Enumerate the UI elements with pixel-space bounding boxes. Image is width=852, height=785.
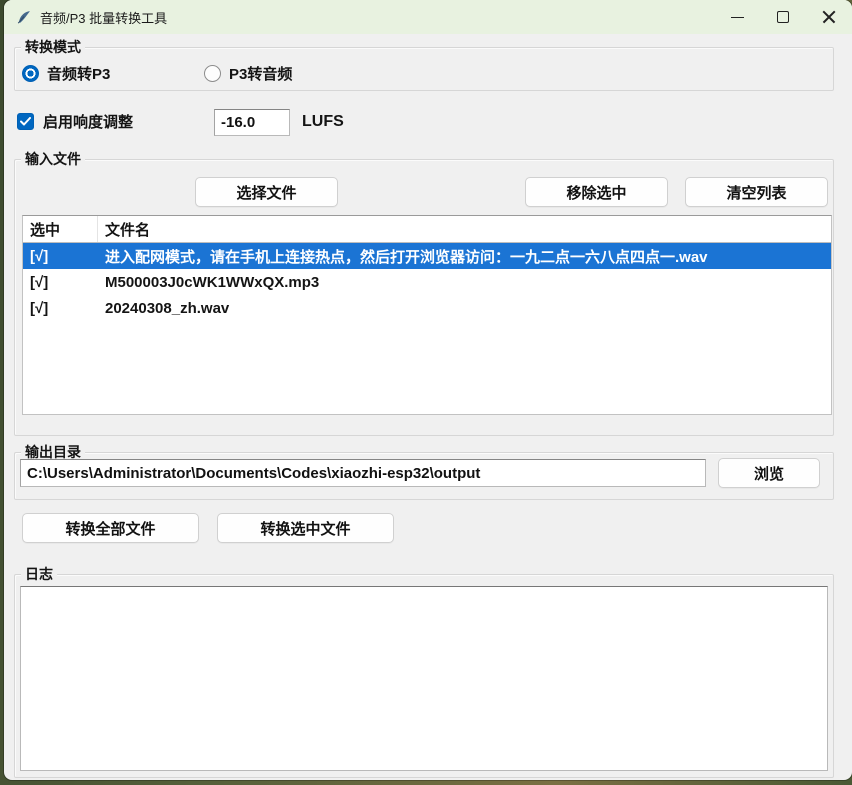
- radio-p3-to-audio[interactable]: P3转音频: [204, 63, 292, 84]
- minimize-button[interactable]: [714, 0, 760, 34]
- input-files-label: 输入文件: [21, 151, 85, 168]
- log-label: 日志: [21, 566, 57, 583]
- maximize-button[interactable]: [760, 0, 806, 34]
- header-filename[interactable]: 文件名: [98, 216, 831, 242]
- remove-selected-button[interactable]: 移除选中: [525, 177, 668, 207]
- table-header-row: 选中 文件名: [23, 216, 831, 243]
- maximize-icon: [777, 11, 789, 23]
- mode-group: 转换模式: [14, 47, 834, 91]
- python-feather-icon: [16, 9, 32, 25]
- select-files-button[interactable]: 选择文件: [195, 177, 338, 207]
- lufs-input[interactable]: [214, 109, 290, 136]
- mode-group-label: 转换模式: [21, 39, 85, 56]
- close-button[interactable]: [806, 0, 852, 34]
- minimize-icon: [731, 17, 744, 18]
- radio-audio-to-p3[interactable]: 音频转P3: [22, 63, 110, 84]
- file-list-table: 选中 文件名 [√] 进入配网模式，请在手机上连接热点，然后打开浏览器访问：一九…: [22, 215, 832, 415]
- radio-selected-icon: [22, 65, 39, 82]
- convert-all-button[interactable]: 转换全部文件: [22, 513, 199, 543]
- app-window: 音频/P3 批量转换工具 转换模式 音频转P3 P3转音频 启用响度调整 LUF…: [4, 0, 852, 780]
- table-row[interactable]: [√] 进入配网模式，请在手机上连接热点，然后打开浏览器访问：一九二点一六八点四…: [23, 243, 831, 269]
- table-row[interactable]: [√] 20240308_zh.wav: [23, 295, 831, 321]
- checkbox-checked-icon: [17, 113, 34, 130]
- header-checked[interactable]: 选中: [23, 216, 98, 242]
- table-row[interactable]: [√] M500003J0cWK1WWxQX.mp3: [23, 269, 831, 295]
- browse-button[interactable]: 浏览: [718, 458, 820, 488]
- close-icon: [822, 10, 836, 24]
- lufs-unit-label: LUFS: [302, 113, 344, 131]
- loudness-checkbox[interactable]: 启用响度调整: [17, 111, 133, 132]
- convert-selected-button[interactable]: 转换选中文件: [217, 513, 394, 543]
- window-title: 音频/P3 批量转换工具: [40, 8, 167, 27]
- output-path-input[interactable]: [20, 459, 706, 487]
- log-textarea[interactable]: [20, 586, 828, 771]
- title-bar: 音频/P3 批量转换工具: [4, 0, 852, 34]
- radio-unselected-icon: [204, 65, 221, 82]
- clear-list-button[interactable]: 清空列表: [685, 177, 828, 207]
